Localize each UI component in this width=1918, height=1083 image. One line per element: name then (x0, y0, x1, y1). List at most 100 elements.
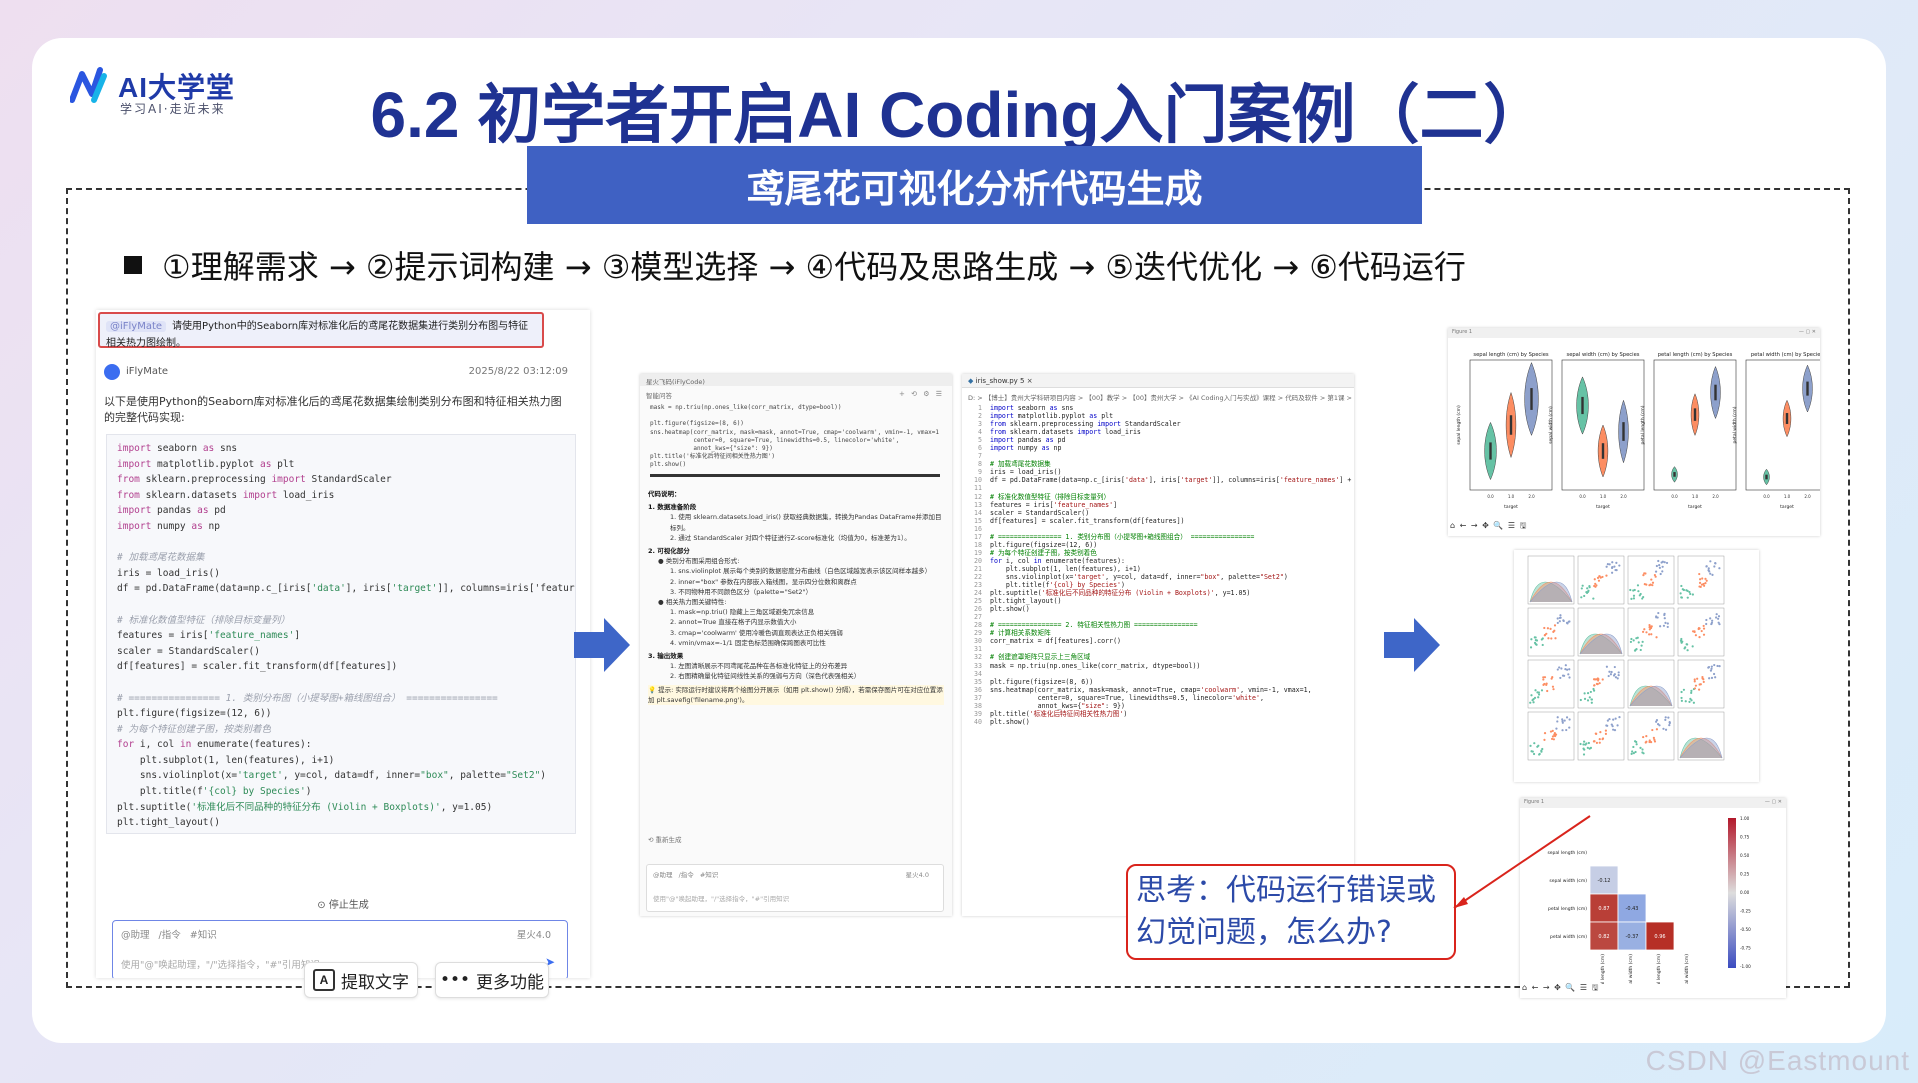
editor-line: 22 sns.violinplot(x='target', y=col, dat… (974, 572, 1288, 581)
extract-text-button[interactable]: A 提取文字 (304, 962, 418, 998)
window-controls-icon[interactable]: — ▢ ✕ (1799, 329, 1816, 335)
code-line: for i, col in enumerate(features): (117, 739, 312, 751)
message-timestamp: 2025/8/22 03:12:09 (468, 366, 568, 377)
bullet-icon (124, 256, 142, 274)
editor-line: 25 plt.tight_layout() (974, 597, 1062, 606)
scatter-point (1552, 688, 1555, 691)
assistant-model-select[interactable]: 星火4.0 (906, 869, 929, 879)
scatter-point (1662, 727, 1665, 730)
code-line: import numpy as np (117, 520, 220, 532)
scatter-point (1655, 728, 1659, 731)
scatter-point (1633, 649, 1637, 652)
x-tick-label: 0.0 (1579, 494, 1586, 499)
scatter-point (1560, 667, 1563, 670)
assistant-input-box[interactable]: @助理 /指令 #知识 星火4.0 使用"@"唤起助理，"/"选择指令，"#"引… (646, 864, 944, 912)
model-select[interactable]: 星火4.0 (517, 927, 551, 941)
scatter-point (1709, 617, 1712, 620)
scatter-point (1641, 751, 1644, 754)
code-line: from sklearn.datasets import load_iris (117, 489, 335, 501)
stop-generate-button[interactable]: ⊙ 停止生成 (96, 896, 590, 911)
regenerate-button[interactable]: ⟲ 重新生成 (648, 834, 682, 844)
prompt-text: 请使用Python中的Seaborn库对标准化后的鸢尾花数据集进行类别分布图与特… (106, 321, 529, 349)
scatter-point (1718, 665, 1721, 668)
scatter-point (1639, 648, 1642, 652)
editor-line: 37 center=0, square=True, linewidths=0.5… (974, 693, 1264, 702)
scatter-point (1702, 680, 1705, 684)
scatter-point (1593, 684, 1596, 687)
pairplot-cell (1677, 607, 1725, 657)
scatter-point (1685, 643, 1688, 646)
editor-line: 5 import pandas as pd (978, 436, 1066, 445)
scatter-point (1692, 701, 1695, 704)
scatter-point (1691, 645, 1694, 648)
scatter-point (1568, 668, 1571, 671)
scatter-point (1593, 578, 1596, 581)
scatter-point (1701, 577, 1704, 580)
explain-item: 3. 不同物种用不同颜色区分（palette="Set2"） (670, 587, 813, 596)
window-controls-icon[interactable]: — ▢ ✕ (1765, 799, 1782, 805)
scatter-point (1698, 572, 1701, 576)
x-tick-label: 0.0 (1671, 494, 1678, 499)
scatter-point (1680, 596, 1683, 599)
more-functions-button[interactable]: ••• 更多功能 (435, 962, 549, 998)
scatter-point (1594, 732, 1597, 735)
chat-toolbar[interactable]: @助理 /指令 #知识 (121, 927, 217, 941)
code-line: # 加载鸢尾花数据集 (117, 552, 205, 564)
heatmap-value: -0.12 (1598, 878, 1611, 884)
scatter-point (1632, 745, 1635, 749)
scatter-point (1598, 682, 1601, 685)
scatter-point (1608, 563, 1611, 566)
assistant-input-toolbar[interactable]: @助理 /指令 #知识 (653, 869, 718, 879)
scatter-point (1630, 637, 1633, 641)
scatter-point (1534, 639, 1537, 642)
pairplot-cell (1627, 607, 1675, 657)
explain-item: 1. sns.violinplot 展示每个类别的数据密度分布曲线（白色区域越宽… (670, 567, 932, 576)
explain-item: 1. 左图清晰展示不同鸢尾花品种在各标准化特征上的分布差异 (670, 662, 848, 671)
code-line: plt.title(f'{col} by Species') (117, 786, 312, 798)
scatter-point (1588, 747, 1591, 750)
code-line: import seaborn as sns (117, 443, 238, 454)
explain-item: 3. cmap='coolwarm' 使用冷暖色调直观表达正负相关强弱 (670, 628, 843, 637)
figure-toolbar[interactable]: ⌂ ← → ✥ 🔍 ☰ 🖫 (1450, 520, 1527, 534)
figure-toolbar[interactable]: ⌂ ← → ✥ 🔍 ☰ 🖫 (1522, 982, 1599, 996)
user-prompt: @iFlyMate 请使用Python中的Seaborn库对标准化后的鸢尾花数据集… (98, 312, 544, 349)
subplot-ylabel: petal length (cm) (1640, 405, 1646, 444)
subplot-ylabel: sepal width (cm) (1548, 406, 1554, 444)
editor-tab[interactable]: ◆ iris_show.py 5 × (962, 374, 1354, 388)
subplot-title: sepal length (cm) by Species (1473, 352, 1549, 358)
scatter-point (1668, 721, 1671, 725)
scatter-point (1645, 583, 1648, 586)
scatter-point (1632, 597, 1636, 600)
code-line: df = pd.DataFrame(data=np.c_[iris['data'… (117, 583, 575, 595)
editor-line: 12 # 标准化数值型特征（排除目标变量列） (974, 492, 1111, 501)
scatter-point (1605, 574, 1608, 577)
explain-item: 2. 右图精确量化特征间线性关系的强弱与方向（深色代表强相关） (670, 672, 861, 681)
scatter-point (1700, 629, 1703, 633)
scatter-point (1710, 622, 1713, 626)
scatter-point (1611, 571, 1614, 574)
assistant-toolbar-icons[interactable]: + ⟲ ⚙ ☰ (899, 390, 944, 398)
editor-line: 16 (974, 524, 982, 533)
scatter-point (1568, 726, 1571, 729)
scatter-point (1566, 668, 1569, 671)
scatter-point (1641, 640, 1644, 643)
scatter-point (1637, 641, 1640, 644)
scatter-point (1596, 677, 1599, 680)
scatter-point (1610, 670, 1613, 674)
scatter-point (1608, 670, 1611, 673)
scatter-point (1666, 625, 1669, 629)
editor-line: 21 plt.subplot(1, len(features), i+1) (974, 564, 1141, 573)
code-line: plt.subplot(1, len(features), i+1) (117, 754, 335, 766)
x-tick-label: 0.0 (1487, 494, 1494, 499)
scatter-point (1595, 741, 1599, 744)
editor-code[interactable]: 1 import seaborn as sns 2 import matplotlib… (966, 404, 1354, 914)
cell-frame (1527, 659, 1575, 709)
editor-line: 19 # 为每个特征创建子图，按类别着色 (974, 548, 1097, 557)
colorbar-tick: 1.00 (1740, 816, 1750, 821)
code-line: # 标准化数值型特征（排除目标变量列） (117, 614, 290, 626)
explain-item: 1. 使用 sklearn.datasets.load_iris() 获取经典数… (670, 513, 942, 532)
scatter-point (1556, 720, 1559, 723)
editor-line: 15 df[features] = scaler.fit_transform(df… (974, 516, 1185, 525)
scatter-point (1664, 728, 1668, 731)
scatter-point (1550, 637, 1553, 640)
